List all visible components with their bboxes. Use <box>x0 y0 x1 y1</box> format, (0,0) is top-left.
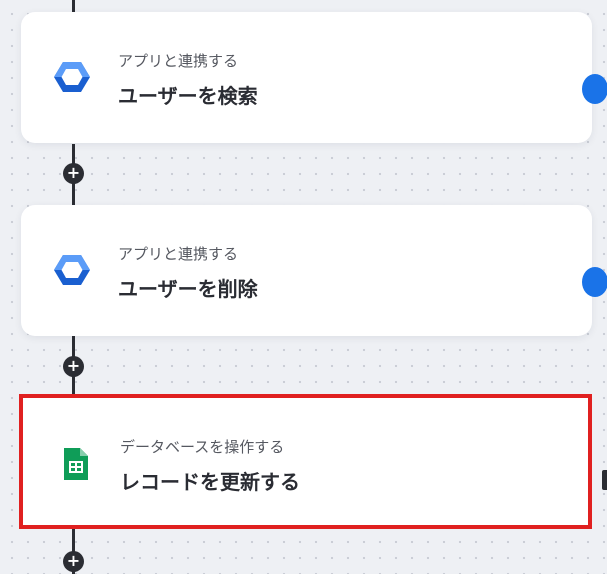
flow-step-card-delete-user[interactable]: アプリと連携する ユーザーを削除 <box>21 205 607 336</box>
google-admin-hexagon-icon <box>54 255 90 285</box>
step-status-dot <box>582 74 607 104</box>
step-edge-marker <box>602 470 607 490</box>
flow-step-card-update-record[interactable]: データベースを操作する レコードを更新する <box>23 398 588 525</box>
step-subtitle: アプリと連携する <box>118 52 239 70</box>
step-subtitle: データベースを操作する <box>120 438 285 456</box>
step-title: ユーザーを削除 <box>118 277 258 301</box>
step-status-dot <box>582 267 607 297</box>
google-sheets-icon <box>64 448 88 480</box>
flow-step-card-search-user[interactable]: アプリと連携する ユーザーを検索 <box>21 12 607 143</box>
step-title: レコードを更新する <box>120 470 300 494</box>
add-step-button[interactable]: + <box>63 356 84 377</box>
flow-connector-line <box>72 0 75 12</box>
step-title: ユーザーを検索 <box>118 84 258 108</box>
google-admin-hexagon-icon <box>54 62 90 92</box>
step-subtitle: アプリと連携する <box>118 245 239 263</box>
add-step-button[interactable]: + <box>63 551 84 572</box>
add-step-button[interactable]: + <box>63 163 84 184</box>
